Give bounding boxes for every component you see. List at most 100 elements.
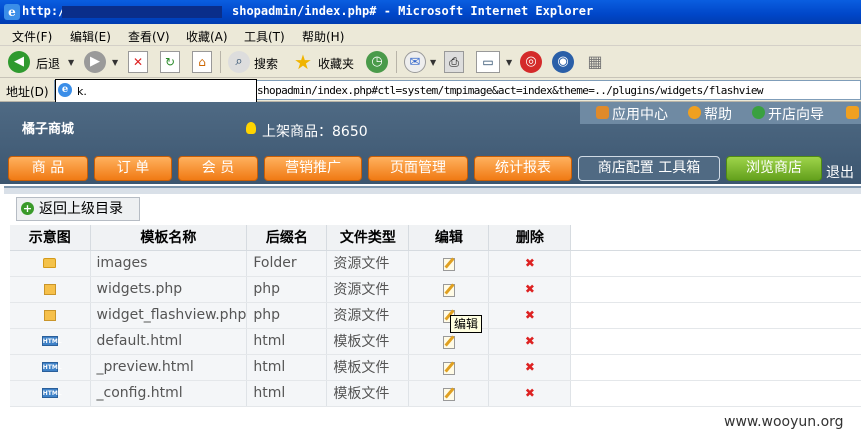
address-label: 地址(D) xyxy=(6,85,49,99)
file-type-cell: 资源文件 xyxy=(326,302,410,329)
history-icon[interactable]: ◷ xyxy=(366,51,388,73)
table-row: HTML default.html html 模板文件 ✖ xyxy=(10,328,861,355)
edit-icon[interactable] xyxy=(442,256,456,271)
tab-store-config-tools[interactable]: 商店配置 工具箱 xyxy=(578,156,720,181)
table-row: HTML _preview.html html 模板文件 ✖ xyxy=(10,354,861,381)
toolbar-separator xyxy=(396,51,397,73)
refresh-icon[interactable]: ↻ xyxy=(160,51,180,73)
html-file-icon: HTML xyxy=(41,362,62,372)
image-file-icon xyxy=(43,309,56,321)
tab-browse-store[interactable]: 浏览商店 xyxy=(726,156,822,181)
address-url[interactable]: shopadmin/index.php#ctl=system/tmpimage&… xyxy=(257,84,764,97)
back-plus-icon: + xyxy=(21,202,34,215)
table-row: images Folder 资源文件 ✖ xyxy=(10,250,861,277)
delete-icon[interactable]: ✖ xyxy=(525,308,535,322)
ie-logo-icon: e xyxy=(4,4,20,20)
delete-cell: ✖ xyxy=(488,328,572,355)
favorites-label[interactable]: 收藏夹 xyxy=(318,55,354,72)
delete-cell: ✖ xyxy=(488,354,572,381)
research-icon[interactable]: ▦ xyxy=(584,51,606,73)
window-title-bar: e http:// shopadmin/index.php# - Microso… xyxy=(0,0,861,24)
template-name-cell[interactable]: default.html xyxy=(90,328,248,355)
edit-page-icon[interactable]: ▭ xyxy=(476,51,500,73)
col-template-name: 模板名称 xyxy=(90,225,248,251)
template-name-cell[interactable]: _preview.html xyxy=(90,354,248,381)
template-name-cell[interactable]: widgets.php xyxy=(90,276,248,303)
setup-wizard-link[interactable]: 开店向导 xyxy=(768,104,824,124)
edit-icon[interactable] xyxy=(442,386,456,401)
edit-dropdown-icon[interactable]: ▼ xyxy=(506,58,512,67)
help-link[interactable]: 帮助 xyxy=(704,104,732,124)
html-file-icon: HTML xyxy=(41,388,62,398)
toolbar-separator xyxy=(220,51,221,73)
toolbar: ◀ 后退 ▼ ▶ ▼ ✕ ↻ ⌂ ⌕ 搜索 ★ 收藏夹 ◷ ✉ ▼ ⎙ ▭ ▼ … xyxy=(0,46,861,78)
edit-icon[interactable] xyxy=(442,334,456,349)
menu-view[interactable]: 查看(V) xyxy=(128,28,170,45)
mail-dropdown-icon[interactable]: ▼ xyxy=(430,58,436,67)
html-file-icon: HTML xyxy=(41,336,62,346)
table-row: HTML _config.html html 模板文件 ✖ xyxy=(10,380,861,407)
delete-icon[interactable]: ✖ xyxy=(525,360,535,374)
tab-orders[interactable]: 订 单 xyxy=(94,156,172,181)
delete-icon[interactable]: ✖ xyxy=(525,282,535,296)
edit-icon[interactable] xyxy=(442,282,456,297)
extension-cell: html xyxy=(246,328,328,355)
back-label[interactable]: 后退 xyxy=(36,55,60,72)
delete-icon[interactable]: ✖ xyxy=(525,386,535,400)
page-icon: e xyxy=(58,83,72,97)
preview-cell xyxy=(10,250,91,277)
tab-page-management[interactable]: 页面管理 xyxy=(368,156,468,181)
menu-tools[interactable]: 工具(T) xyxy=(244,28,285,45)
preview-cell: HTML xyxy=(10,354,91,381)
folder-icon xyxy=(43,258,57,268)
delete-icon[interactable]: ✖ xyxy=(525,256,535,270)
address-field[interactable]: e k. shopadmin/index.php#ctl=system/tmpi… xyxy=(54,79,861,103)
stop-icon[interactable]: ✕ xyxy=(128,51,148,73)
preview-cell: HTML xyxy=(10,328,91,355)
print-icon[interactable]: ⎙ xyxy=(444,51,464,73)
delete-cell: ✖ xyxy=(488,302,572,329)
table-row: widgets.php php 资源文件 ✖ xyxy=(10,276,861,303)
tab-marketing[interactable]: 营销推广 xyxy=(264,156,362,181)
file-type-cell: 模板文件 xyxy=(326,328,410,355)
image-file-icon xyxy=(43,283,56,295)
shop-name: 橘子商城 xyxy=(22,122,75,137)
tab-products[interactable]: 商 品 xyxy=(8,156,88,181)
col-blank xyxy=(570,225,861,251)
menu-favorites[interactable]: 收藏(A) xyxy=(186,28,228,45)
table-row: widget_flashview.php php 资源文件 ✖ xyxy=(10,302,861,329)
template-name-cell[interactable]: widget_flashview.php xyxy=(90,302,248,329)
messenger-icon[interactable]: ◉ xyxy=(552,51,574,73)
edit-tooltip: 编辑 xyxy=(450,315,483,333)
delete-icon[interactable]: ✖ xyxy=(525,334,535,348)
tab-statistics[interactable]: 统计报表 xyxy=(474,156,572,181)
menu-edit[interactable]: 编辑(E) xyxy=(70,28,111,45)
menu-file[interactable]: 文件(F) xyxy=(12,28,52,45)
tab-members[interactable]: 会 员 xyxy=(178,156,258,181)
bank-logo-icon[interactable]: ◎ xyxy=(520,51,542,73)
search-icon[interactable]: ⌕ xyxy=(228,51,250,73)
forward-dropdown-icon[interactable]: ▼ xyxy=(112,58,118,67)
back-to-parent-button[interactable]: + 返回上级目录 xyxy=(16,197,140,221)
search-label[interactable]: 搜索 xyxy=(254,55,278,72)
mail-icon[interactable]: ✉ xyxy=(404,51,426,73)
chat-icon[interactable] xyxy=(846,106,859,119)
back-icon[interactable]: ◀ xyxy=(8,51,30,73)
edit-icon[interactable] xyxy=(442,360,456,375)
edit-cell xyxy=(408,250,490,277)
menu-help[interactable]: 帮助(H) xyxy=(302,28,344,45)
extension-cell: html xyxy=(246,354,328,381)
file-type-cell: 资源文件 xyxy=(326,276,410,303)
favorites-star-icon[interactable]: ★ xyxy=(292,51,314,73)
forward-icon[interactable]: ▶ xyxy=(84,51,106,73)
app-center-icon xyxy=(596,106,609,119)
help-icon xyxy=(688,106,701,119)
template-name-cell[interactable]: _config.html xyxy=(90,380,248,407)
template-name-cell[interactable]: images xyxy=(90,250,248,277)
logout-link[interactable]: 退出 xyxy=(826,162,854,182)
app-center-link[interactable]: 应用中心 xyxy=(612,104,668,124)
back-to-parent-label: 返回上级目录 xyxy=(39,201,123,217)
home-icon[interactable]: ⌂ xyxy=(192,51,212,73)
back-dropdown-icon[interactable]: ▼ xyxy=(68,58,74,67)
delete-cell: ✖ xyxy=(488,250,572,277)
